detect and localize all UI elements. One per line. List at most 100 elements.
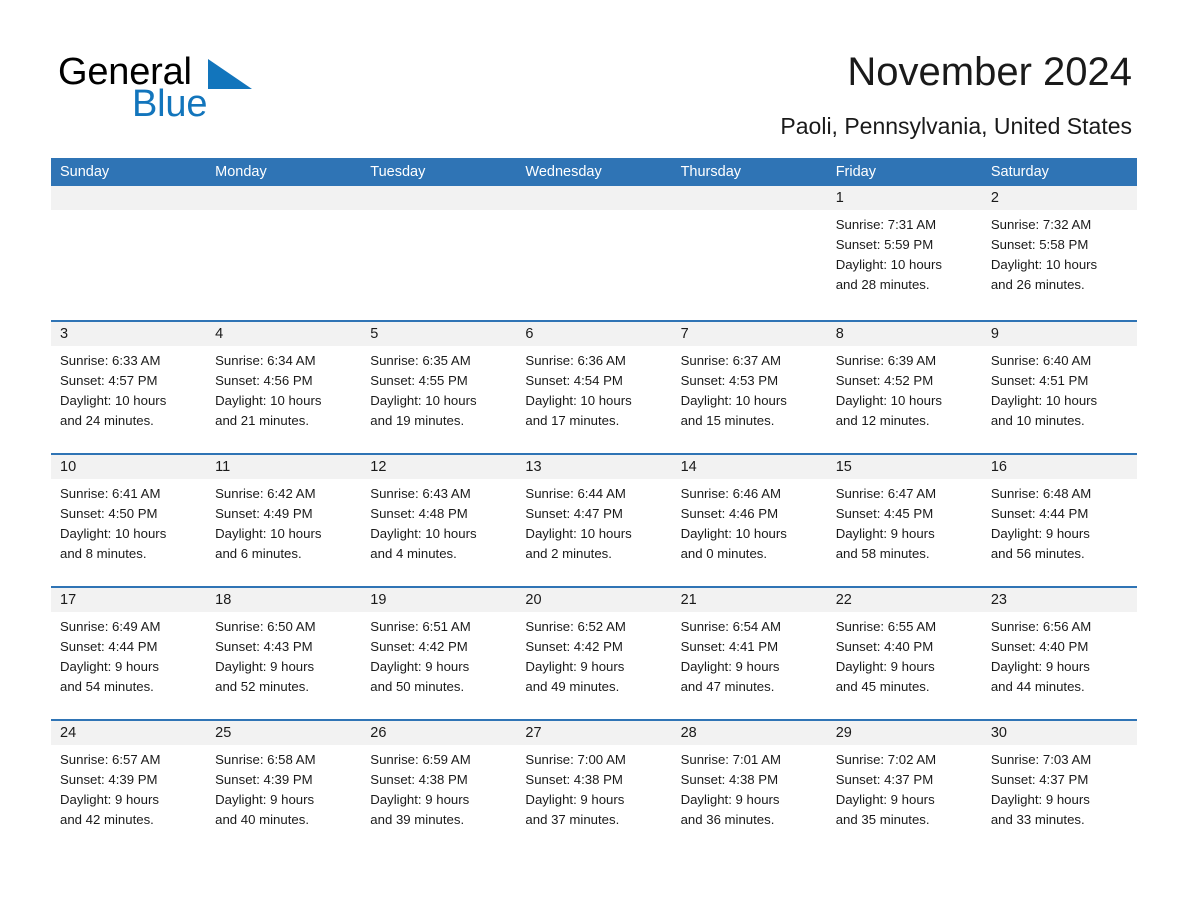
day-cell[interactable]: 24 Sunrise: 6:57 AM Sunset: 4:39 PM Dayligh… <box>51 721 207 852</box>
day-cell[interactable]: 15 Sunrise: 6:47 AM Sunset: 4:45 PM Dayligh… <box>826 455 982 586</box>
day-number: 16 <box>981 455 1137 479</box>
day-details: Sunrise: 6:44 AM Sunset: 4:47 PM Daylight:… <box>516 479 671 564</box>
day-number <box>516 186 672 210</box>
page-title: November 2024 <box>847 50 1132 94</box>
day-number: 1 <box>826 186 982 210</box>
day-cell[interactable]: 25 Sunrise: 6:58 AM Sunset: 4:39 PM Dayligh… <box>206 721 362 852</box>
daylight-text-line1: Daylight: 9 hours <box>835 659 935 674</box>
day-details: Sunrise: 6:33 AM Sunset: 4:57 PM Daylight:… <box>51 346 206 431</box>
sunrise-text: Sunrise: 6:49 AM <box>60 619 161 634</box>
daylight-text-line2: and 37 minutes. <box>525 812 620 827</box>
day-cell[interactable]: 1 Sunrise: 7:31 AM Sunset: 5:59 PM Daylight… <box>826 186 982 320</box>
day-details: Sunrise: 6:40 AM Sunset: 4:51 PM Daylight:… <box>982 346 1137 431</box>
day-cell[interactable]: 7 Sunrise: 6:37 AM Sunset: 4:53 PM Daylight… <box>671 322 827 453</box>
day-cell-empty <box>671 186 827 320</box>
weekday-header-tuesday: Tuesday <box>370 164 426 180</box>
day-cell[interactable]: 10 Sunrise: 6:41 AM Sunset: 4:50 PM Dayligh… <box>51 455 207 586</box>
day-number: 23 <box>981 588 1137 612</box>
daylight-text-line1: Daylight: 9 hours <box>60 792 159 807</box>
week-row: 17 Sunrise: 6:49 AM Sunset: 4:44 PM Dayligh… <box>51 586 1137 719</box>
sunset-text: Sunset: 4:38 PM <box>525 772 623 787</box>
general-blue-logo[interactable]: General Blue <box>58 52 358 132</box>
day-details: Sunrise: 7:32 AM Sunset: 5:58 PM Daylight:… <box>982 210 1137 295</box>
day-number: 6 <box>516 322 672 346</box>
calendar-body: 1 Sunrise: 7:31 AM Sunset: 5:59 PM Daylight… <box>51 186 1137 852</box>
sunrise-text: Sunrise: 7:03 AM <box>990 752 1092 767</box>
daylight-text-line2: and 26 minutes. <box>990 277 1085 292</box>
sunset-text: Sunset: 4:41 PM <box>680 639 779 654</box>
sunset-text: Sunset: 4:43 PM <box>215 639 313 654</box>
day-cell[interactable]: 29 Sunrise: 7:02 AM Sunset: 4:37 PM Dayligh… <box>826 721 982 852</box>
daylight-text-line1: Daylight: 10 hours <box>990 393 1098 408</box>
sunrise-text: Sunrise: 6:59 AM <box>370 752 471 767</box>
day-details: Sunrise: 6:49 AM Sunset: 4:44 PM Daylight:… <box>51 612 206 697</box>
day-details: Sunrise: 6:57 AM Sunset: 4:39 PM Daylight:… <box>51 745 206 830</box>
day-details: Sunrise: 6:34 AM Sunset: 4:56 PM Daylight:… <box>206 346 361 431</box>
day-number <box>51 186 207 210</box>
sunrise-text: Sunrise: 6:57 AM <box>60 752 161 767</box>
day-cell[interactable]: 14 Sunrise: 6:46 AM Sunset: 4:46 PM Dayligh… <box>671 455 827 586</box>
day-cell[interactable]: 26 Sunrise: 6:59 AM Sunset: 4:38 PM Dayligh… <box>361 721 517 852</box>
sunset-text: Sunset: 4:42 PM <box>370 639 468 654</box>
day-cell[interactable]: 19 Sunrise: 6:51 AM Sunset: 4:42 PM Dayligh… <box>361 588 517 719</box>
day-cell[interactable]: 9 Sunrise: 6:40 AM Sunset: 4:51 PM Daylight… <box>981 322 1137 453</box>
day-cell[interactable]: 20 Sunrise: 6:52 AM Sunset: 4:42 PM Dayligh… <box>516 588 672 719</box>
day-cell[interactable]: 17 Sunrise: 6:49 AM Sunset: 4:44 PM Dayligh… <box>51 588 207 719</box>
day-cell[interactable]: 21 Sunrise: 6:54 AM Sunset: 4:41 PM Dayligh… <box>671 588 827 719</box>
sunrise-text: Sunrise: 6:51 AM <box>370 619 471 634</box>
day-cell[interactable]: 8 Sunrise: 6:39 AM Sunset: 4:52 PM Daylight… <box>826 322 982 453</box>
day-number <box>671 186 827 210</box>
day-cell[interactable]: 5 Sunrise: 6:35 AM Sunset: 4:55 PM Daylight… <box>361 322 517 453</box>
day-number: 14 <box>671 455 827 479</box>
daylight-text-line2: and 56 minutes. <box>990 546 1085 561</box>
sunset-text: Sunset: 4:53 PM <box>680 373 779 388</box>
day-cell[interactable]: 30 Sunrise: 7:03 AM Sunset: 4:37 PM Dayligh… <box>981 721 1137 852</box>
daylight-text-line1: Daylight: 10 hours <box>215 393 322 408</box>
day-number: 8 <box>826 322 982 346</box>
daylight-text-line1: Daylight: 10 hours <box>525 526 632 541</box>
daylight-text-line2: and 15 minutes. <box>680 413 775 428</box>
day-cell[interactable]: 12 Sunrise: 6:43 AM Sunset: 4:48 PM Dayligh… <box>361 455 517 586</box>
day-cell[interactable]: 22 Sunrise: 6:55 AM Sunset: 4:40 PM Dayligh… <box>826 588 982 719</box>
sunrise-text: Sunrise: 6:37 AM <box>680 353 781 368</box>
sunrise-text: Sunrise: 6:40 AM <box>990 353 1092 368</box>
day-cell[interactable]: 13 Sunrise: 6:44 AM Sunset: 4:47 PM Dayligh… <box>516 455 672 586</box>
daylight-text-line1: Daylight: 9 hours <box>990 792 1090 807</box>
day-cell[interactable]: 23 Sunrise: 6:56 AM Sunset: 4:40 PM Dayligh… <box>981 588 1137 719</box>
day-cell[interactable]: 28 Sunrise: 7:01 AM Sunset: 4:38 PM Dayligh… <box>671 721 827 852</box>
daylight-text-line1: Daylight: 10 hours <box>215 526 322 541</box>
daylight-text-line2: and 44 minutes. <box>990 679 1085 694</box>
day-number: 5 <box>361 322 517 346</box>
day-number: 29 <box>826 721 982 745</box>
day-cell[interactable]: 11 Sunrise: 6:42 AM Sunset: 4:49 PM Dayligh… <box>206 455 362 586</box>
day-cell[interactable]: 6 Sunrise: 6:36 AM Sunset: 4:54 PM Daylight… <box>516 322 672 453</box>
day-cell-empty <box>206 186 362 320</box>
day-cell[interactable]: 18 Sunrise: 6:50 AM Sunset: 4:43 PM Dayligh… <box>206 588 362 719</box>
daylight-text-line2: and 58 minutes. <box>835 546 930 561</box>
sunrise-text: Sunrise: 6:33 AM <box>60 353 161 368</box>
day-cell[interactable]: 3 Sunrise: 6:33 AM Sunset: 4:57 PM Daylight… <box>51 322 207 453</box>
daylight-text-line2: and 6 minutes. <box>215 546 302 561</box>
daylight-text-line1: Daylight: 10 hours <box>370 393 477 408</box>
daylight-text-line1: Daylight: 9 hours <box>835 526 935 541</box>
day-number: 25 <box>206 721 362 745</box>
day-details: Sunrise: 7:00 AM Sunset: 4:38 PM Daylight:… <box>516 745 671 830</box>
daylight-text-line1: Daylight: 9 hours <box>370 659 470 674</box>
sunset-text: Sunset: 4:44 PM <box>990 506 1089 521</box>
daylight-text-line2: and 12 minutes. <box>835 413 930 428</box>
daylight-text-line1: Daylight: 10 hours <box>60 526 167 541</box>
day-details: Sunrise: 7:03 AM Sunset: 4:37 PM Daylight:… <box>982 745 1137 830</box>
sunset-text: Sunset: 4:39 PM <box>215 772 313 787</box>
day-details: Sunrise: 6:58 AM Sunset: 4:39 PM Daylight:… <box>206 745 361 830</box>
day-cell[interactable]: 2 Sunrise: 7:32 AM Sunset: 5:58 PM Daylight… <box>981 186 1137 320</box>
day-details: Sunrise: 6:50 AM Sunset: 4:43 PM Daylight:… <box>206 612 361 697</box>
day-details: Sunrise: 7:01 AM Sunset: 4:38 PM Daylight:… <box>672 745 827 830</box>
calendar-page: General Blue November 2024 Paoli, Pennsy… <box>0 0 1188 918</box>
day-cell[interactable]: 16 Sunrise: 6:48 AM Sunset: 4:44 PM Dayligh… <box>981 455 1137 586</box>
day-details: Sunrise: 6:42 AM Sunset: 4:49 PM Daylight:… <box>206 479 361 564</box>
sunset-text: Sunset: 4:37 PM <box>835 772 934 787</box>
daylight-text-line2: and 45 minutes. <box>835 679 930 694</box>
day-cell[interactable]: 4 Sunrise: 6:34 AM Sunset: 4:56 PM Daylight… <box>206 322 362 453</box>
day-cell[interactable]: 27 Sunrise: 7:00 AM Sunset: 4:38 PM Dayligh… <box>516 721 672 852</box>
daylight-text-line2: and 50 minutes. <box>370 679 465 694</box>
